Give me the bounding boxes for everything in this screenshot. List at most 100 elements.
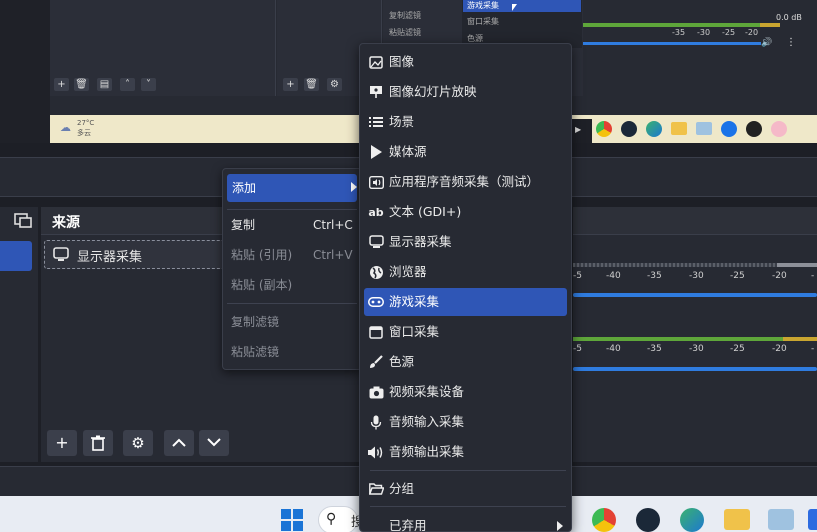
move-source-up-button[interactable] <box>164 430 194 456</box>
submenu-item-video-device[interactable]: 视频采集设备 <box>364 378 567 406</box>
meter-scale-label: -20 <box>772 271 787 281</box>
paste-ref-shortcut: Ctrl+V <box>313 248 353 262</box>
submenu-item-display[interactable]: 显示器采集 <box>364 228 567 256</box>
sources-title: 来源 <box>52 215 80 231</box>
brush-icon <box>368 354 384 370</box>
text-icon: ab <box>368 205 384 219</box>
meter-scale-label: -35 <box>647 344 662 354</box>
context-menu-item-copy[interactable]: 复制 Ctrl+C <box>231 212 357 238</box>
mini-meter-green <box>583 23 763 27</box>
mini-more-icon: ⋮ <box>786 37 796 48</box>
windows-start-icon[interactable] <box>281 509 303 531</box>
mini-add-button: + <box>54 78 69 91</box>
submenu-item-media[interactable]: 媒体源 <box>364 138 567 166</box>
screen: + 🗑 ▤ ˄ ˅ + 🗑 ⚙ 复制滤镜 粘贴滤镜 游戏采集 窗口采集 色源 0… <box>0 0 817 532</box>
submenu-item-window-capture[interactable]: 窗口采集 <box>364 318 567 346</box>
download-app-icon <box>721 121 737 137</box>
meter-scale-label: -20 <box>772 344 787 354</box>
meter-scale-label: -30 <box>689 271 704 281</box>
search-icon: ⚲ <box>326 511 337 527</box>
copy-shortcut: Ctrl+C <box>313 218 353 232</box>
submenu-label: 浏览器 <box>389 264 427 279</box>
menu-separator <box>227 209 357 210</box>
audio-meter-2 <box>573 337 817 341</box>
submenu-item-group[interactable]: 分组 <box>364 475 567 503</box>
play-icon <box>368 144 384 160</box>
mini-submenu-item: 游戏采集 <box>467 1 499 10</box>
obs-icon <box>746 121 762 137</box>
edge-taskbar-icon[interactable] <box>680 508 704 532</box>
submenu-label: 显示器采集 <box>389 234 452 249</box>
submenu-label: 图像幻灯片放映 <box>389 84 477 99</box>
mini-scale: -30 <box>697 28 711 37</box>
scene-item-selected[interactable] <box>0 241 32 271</box>
weather-desc: 多云 <box>77 129 91 137</box>
context-menu-item-copy-filters: 复制滤镜 <box>231 315 280 329</box>
mini-scale: -25 <box>722 28 736 37</box>
mic-icon <box>368 414 384 430</box>
mini-ctx-item: 复制滤镜 <box>389 11 421 20</box>
steam-taskbar-icon[interactable] <box>636 508 660 532</box>
submenu-item-browser[interactable]: 浏览器 <box>364 258 567 286</box>
submenu-item-slideshow[interactable]: 图像幻灯片放映 <box>364 78 567 106</box>
submenu-item-deprecated[interactable]: 已弃用 <box>364 512 567 532</box>
chrome-taskbar-icon[interactable] <box>592 508 616 532</box>
submenu-arrow-icon <box>351 182 357 192</box>
source-item-label: 显示器采集 <box>77 250 143 265</box>
submenu-label: 已弃用 <box>389 518 427 532</box>
source-context-menu: 添加 复制 Ctrl+C 粘贴 (引用) Ctrl+V 粘贴 (副本) 复制滤镜… <box>222 168 362 370</box>
file-explorer-icon[interactable] <box>724 509 750 530</box>
meter-scale-label: -25 <box>730 271 745 281</box>
mini-delete-button-2: 🗑 <box>304 78 319 91</box>
mini-add-button-2: + <box>283 78 298 91</box>
folder-open-icon <box>368 481 384 497</box>
mini-mixer <box>583 0 803 96</box>
submenu-item-audio-input[interactable]: 音频输入采集 <box>364 408 567 436</box>
menu-separator <box>227 303 357 304</box>
mouse-cursor-icon <box>512 4 517 11</box>
move-source-down-button[interactable] <box>199 430 229 456</box>
edge-icon <box>646 121 662 137</box>
volume-slider-1[interactable] <box>573 293 817 297</box>
submenu-item-app-audio[interactable]: 应用程序音频采集（测试） <box>364 168 567 196</box>
preview-left-edge <box>0 0 50 143</box>
context-menu-item-paste-filters: 粘贴滤镜 <box>231 345 280 359</box>
submenu-item-game-capture[interactable]: 游戏采集 <box>364 288 567 316</box>
folder-icon <box>671 122 687 135</box>
mini-up-button: ˄ <box>120 78 135 91</box>
submenu-label: 图像 <box>389 54 415 69</box>
submenu-label: 视频采集设备 <box>389 384 465 399</box>
remove-source-button[interactable] <box>83 430 113 456</box>
meter-scale-label: -40 <box>606 271 621 281</box>
submenu-item-audio-output[interactable]: 音频输出采集 <box>364 438 567 466</box>
audio-meter-2-yellow <box>783 337 817 341</box>
weather-icon: ☁ <box>60 121 71 134</box>
submenu-item-scene[interactable]: 场景 <box>364 108 567 136</box>
volume-slider-2[interactable] <box>573 367 817 371</box>
submenu-label: 应用程序音频采集（测试） <box>389 174 540 189</box>
chevron-right-icon: ▶ <box>575 125 582 134</box>
submenu-item-color-source[interactable]: 色源 <box>364 348 567 376</box>
copy-label: 复制 <box>231 218 256 232</box>
app-taskbar-icon[interactable] <box>808 509 817 530</box>
submenu-label: 场景 <box>389 114 415 129</box>
app-audio-icon <box>368 174 384 190</box>
add-source-button[interactable]: + <box>47 430 77 456</box>
mini-delete-button: 🗑 <box>74 78 89 91</box>
audio-mixer-header <box>573 207 817 235</box>
meter-scale-label: -30 <box>689 344 704 354</box>
mini-ctx-item: 粘贴滤镜 <box>389 28 421 37</box>
gamepad-icon <box>368 294 384 310</box>
steam-icon <box>621 121 637 137</box>
submenu-item-text[interactable]: ab 文本 (GDI+) <box>364 198 567 226</box>
meter-scale-label: -5 <box>573 271 582 281</box>
context-menu-item-paste-ref: 粘贴 (引用) Ctrl+V <box>231 242 357 268</box>
image-icon <box>368 54 384 70</box>
add-source-submenu: 图像 图像幻灯片放映 场景 媒体源 应用程序音频采集（测试） ab 文本 (GD… <box>359 43 572 532</box>
source-properties-gear-button[interactable]: ⚙ <box>123 430 153 456</box>
dock-toggle-icon[interactable] <box>14 212 32 228</box>
meter-scale-label: - <box>811 344 815 354</box>
submenu-item-image[interactable]: 图像 <box>364 48 567 76</box>
context-menu-item-paste-dup: 粘贴 (副本) <box>231 278 293 292</box>
photos-taskbar-icon[interactable] <box>768 509 794 530</box>
